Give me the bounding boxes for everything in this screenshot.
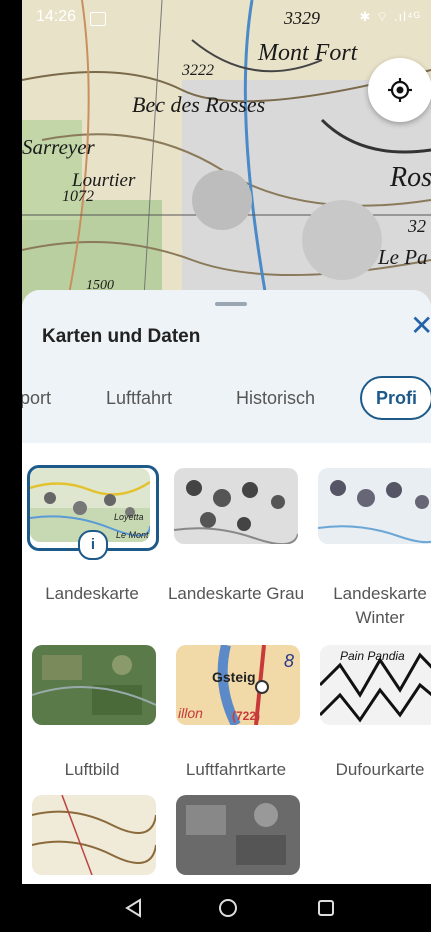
home-icon: [219, 899, 237, 917]
crosshair-icon: [388, 78, 412, 102]
map-label: Sarreyer: [22, 135, 95, 159]
gallery-icon: [90, 12, 106, 26]
layer-thumbnail: [32, 795, 156, 875]
tab-sport[interactable]: port: [22, 388, 51, 409]
system-nav-bar: [22, 884, 431, 932]
drag-handle[interactable]: [215, 302, 247, 306]
layer-label: Landeskarte: [45, 584, 139, 603]
layer-thumbnail: [318, 468, 431, 544]
layer-label: Landeskarte Winter: [333, 584, 427, 627]
thumb-text: Pain Pandia: [340, 649, 405, 663]
layer-thumbnail: [174, 468, 298, 544]
thumb-text: Loyetta: [114, 512, 144, 522]
recents-icon: [318, 900, 334, 916]
topographic-map[interactable]: Mont Fort 3222 Bec des Rosses Sarreyer L…: [22, 0, 431, 330]
layer-label: Luftbild: [64, 760, 120, 779]
sheet-title: Karten und Daten: [42, 326, 201, 347]
map-label: Ros: [390, 162, 431, 193]
home-button[interactable]: [214, 894, 242, 922]
locate-me-button[interactable]: [368, 58, 431, 122]
map-label: Mont Fort: [258, 40, 358, 66]
thumb-text: illon: [178, 705, 203, 721]
map-canvas: [22, 0, 431, 330]
map-label: Bec des Rosses: [132, 92, 266, 117]
thumb-text: 8: [284, 651, 295, 671]
app-screen: Mont Fort 3222 Bec des Rosses Sarreyer L…: [22, 0, 431, 932]
layer-thumbnail: [176, 795, 300, 875]
layer-thumbnail: Pain Pandia: [320, 645, 431, 725]
close-button[interactable]: ✕: [410, 312, 431, 340]
tab-historisch[interactable]: Historisch: [236, 388, 315, 409]
tab-luftfahrt[interactable]: Luftfahrt: [106, 388, 172, 409]
category-tabs: port Luftfahrt Historisch Profi: [22, 376, 431, 424]
layers-sheet: Karten und Daten ✕ port Luftfahrt Histor…: [22, 290, 431, 890]
back-button[interactable]: [120, 894, 148, 922]
thumb-text: Le Mont: [116, 530, 149, 540]
map-label: 32: [408, 216, 426, 236]
layer-thumbnail: [32, 645, 156, 725]
map-label: 3222: [182, 62, 214, 79]
info-icon[interactable]: i: [78, 530, 108, 560]
thumb-text: (722): [232, 709, 261, 723]
map-label: Le Pa: [378, 245, 428, 269]
status-bar: 14:26 ✱ ⌔ .ıl⁴ᴳ: [22, 0, 431, 36]
layer-label: Dufourkarte: [335, 760, 425, 779]
recents-button[interactable]: [312, 894, 340, 922]
sheet-header: Karten und Daten ✕ port Luftfahrt Histor…: [22, 290, 431, 443]
tab-profi[interactable]: Profi: [360, 376, 431, 420]
layer-label: Landeskarte Grau: [167, 584, 305, 603]
status-icons: ✱ ⌔ .ıl⁴ᴳ: [359, 9, 421, 24]
back-icon: [125, 898, 141, 918]
layer-thumbnail: Gsteig (722) 8 illon: [176, 645, 300, 725]
thumb-text: Gsteig: [212, 669, 256, 685]
status-time: 14:26: [36, 8, 77, 25]
map-label: 1072: [62, 188, 94, 205]
layer-label: Luftfahrtkarte: [185, 760, 287, 779]
